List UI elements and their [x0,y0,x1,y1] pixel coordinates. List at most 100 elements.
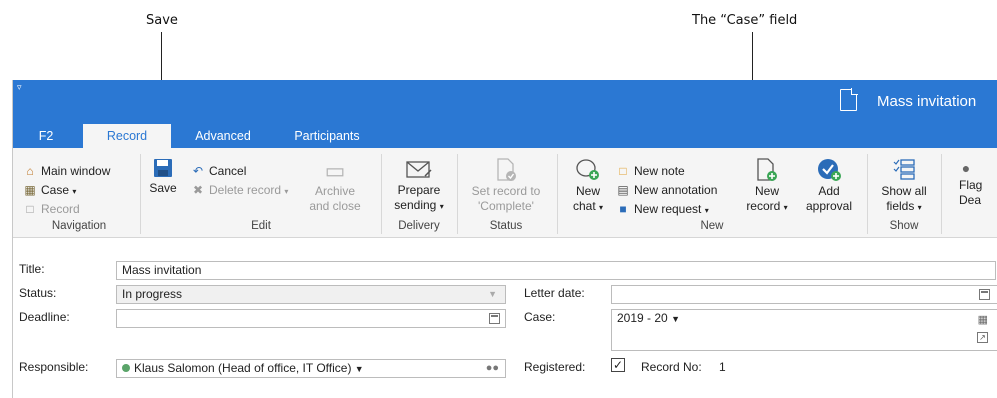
chevron-down-icon: ▼ [671,314,680,324]
group-label-new: New [700,220,724,232]
main-window-label: Main window [41,164,111,178]
prepare-label-line1: Prepare [397,183,441,197]
delete-icon: ✖ [192,183,204,197]
new-annotation-label: New annotation [634,183,718,197]
case-nav-button[interactable]: ▦ Case ▾ [23,181,76,199]
add-approval-button[interactable]: Add approval [801,158,857,214]
letter-date-field[interactable] [611,285,997,304]
new-annotation-button[interactable]: ▤ New annotation [616,181,717,199]
tab-f2[interactable]: F2 [27,124,65,148]
separator [457,154,458,234]
separator [941,154,942,234]
annotation-case-label: The “Case” field [692,13,798,28]
show-all-fields-button[interactable]: Show all fields ▾ [875,158,933,215]
save-button[interactable]: Save [148,158,178,196]
undo-icon: ↶ [192,164,204,178]
app-window: ▿ Mass invitation F2 Record Advanced Par… [12,80,997,398]
calendar-icon[interactable] [979,289,990,300]
group-label-edit: Edit [251,220,271,232]
online-status-icon [122,364,130,372]
window-title: Mass invitation [877,93,977,110]
note-icon: □ [619,164,627,178]
title-bar: ▿ Mass invitation [13,80,997,124]
chevron-down-icon: ▾ [72,187,77,196]
registered-checkbox[interactable]: ✓ [611,358,625,372]
show-all-label-line1: Show all [881,184,927,198]
flag-label-line2: Dea [959,193,982,207]
new-request-button[interactable]: ■ New request ▾ [616,200,709,218]
title-field[interactable]: Mass invitation [116,261,996,280]
annotation-icon: ▤ [617,183,629,197]
case-value: 2019 - 20 [617,311,668,325]
case-field[interactable]: 2019 - 20 ▼ ▦ ↗ [611,309,997,351]
tab-record[interactable]: Record [83,124,171,148]
delete-record-button[interactable]: ✖ Delete record ▾ [191,181,288,199]
chevron-down-icon: ▾ [783,203,788,212]
registered-label: Registered: [524,360,586,374]
prepare-label-line2: sending [394,198,437,212]
record-icon: □ [26,202,34,216]
status-select[interactable]: In progress ▼ [116,285,506,304]
new-document-icon [757,158,777,181]
field-list-icon [893,159,915,180]
calendar-icon[interactable] [489,313,500,324]
tab-participants[interactable]: Participants [279,124,375,148]
archive-label-line2: and close [309,199,361,213]
deadline-label: Deadline: [19,310,70,324]
group-label-navigation: Navigation [51,220,107,232]
open-external-icon[interactable]: ↗ [977,332,988,343]
letter-date-label: Letter date: [524,286,585,300]
new-chat-label-line2: chat [572,199,596,213]
group-label-show: Show [889,220,919,232]
separator [381,154,382,234]
cancel-button[interactable]: ↶ Cancel [191,162,246,180]
chevron-down-icon: ▾ [439,202,444,211]
responsible-select[interactable]: Klaus Salomon (Head of office, IT Office… [116,359,506,378]
group-label-status: Status [489,220,523,232]
responsible-label: Responsible: [19,360,89,374]
users-icon[interactable]: ●● [486,360,499,377]
new-record-label-line1: New [754,184,779,198]
new-chat-label-line1: New [575,184,600,198]
document-check-icon [497,158,516,181]
main-window-button[interactable]: ⌂ Main window [23,162,110,180]
cancel-label: Cancel [209,164,247,178]
request-icon: ■ [619,202,627,216]
set-record-label-line2: 'Complete' [478,199,534,213]
record-nav-button[interactable]: □ Record [23,200,79,218]
chevron-down-icon: ▼ [354,364,364,374]
prepare-sending-button[interactable]: Prepare sending ▾ [389,158,449,214]
archive-box-icon: ▭ [324,158,346,183]
delete-record-label: Delete record [209,183,282,197]
status-value: In progress [122,287,183,301]
chat-bubble-icon [576,159,599,180]
chevron-down-icon: ▾ [599,203,604,212]
save-label: Save [149,181,177,195]
envelope-icon [406,161,432,178]
approval-check-icon [818,159,841,181]
archive-and-close-button[interactable]: ▭ Archive and close [305,158,365,214]
floppy-disk-icon [154,159,172,177]
ribbon-tabs: F2 Record Advanced Participants [13,124,997,148]
tab-advanced[interactable]: Advanced [185,124,261,148]
chevron-down-icon: ▾ [704,206,709,215]
add-approval-label-line2: approval [805,199,853,213]
status-label: Status: [19,286,57,300]
new-note-button[interactable]: □ New note [616,162,684,180]
separator [140,154,141,234]
quick-access-dropdown-icon[interactable]: ▿ [17,82,22,93]
group-label-delivery: Delivery [398,220,440,232]
new-record-button[interactable]: New record ▾ [745,158,789,215]
set-record-complete-button[interactable]: Set record to 'Complete' [462,158,550,214]
record-no-label: Record No: [641,360,702,374]
chevron-down-icon: ▾ [284,187,289,196]
new-record-label-line2: record [746,199,781,213]
flag-button[interactable]: ● Flag Dea [953,158,993,208]
case-icon[interactable]: ▦ [978,312,988,329]
new-chat-button[interactable]: New chat ▾ [568,158,608,215]
deadline-field[interactable] [116,309,506,328]
separator [557,154,558,234]
case-icon: ▦ [24,183,36,197]
case-label: Case: [524,310,556,324]
case-nav-label: Case [41,183,70,197]
